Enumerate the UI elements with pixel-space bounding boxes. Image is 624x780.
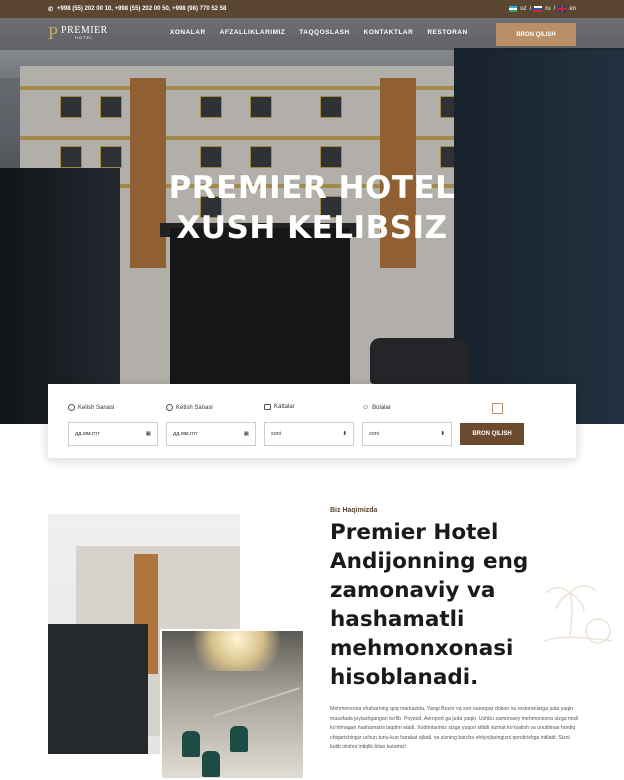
booking-submit-button[interactable]: BRON QILISH xyxy=(460,423,524,445)
child-icon: ☺ xyxy=(362,404,370,411)
calendar-icon xyxy=(492,403,503,414)
about-title: Premier Hotel Andijonning eng zamonaviy … xyxy=(330,520,529,690)
lang-en[interactable]: en xyxy=(569,6,576,12)
calendar-icon xyxy=(166,404,173,411)
people-icon xyxy=(264,404,271,410)
phone-numbers: ✆ +998 (55) 202 00 10, +998 (55) 202 00 … xyxy=(48,6,226,13)
hero-title: PREMIER HOTEL XUSH KELIBSIZ xyxy=(0,168,624,248)
about-image-lobby xyxy=(160,629,305,780)
calendar-picker-icon[interactable]: ▦ xyxy=(146,431,151,437)
calendar-icon xyxy=(68,404,75,411)
hero-title-line1: PREMIER HOTEL xyxy=(168,170,456,206)
logo-mark-icon: P xyxy=(48,23,59,43)
children-label: ☺ Bolalar xyxy=(362,404,391,411)
flag-uz-icon[interactable] xyxy=(509,6,518,12)
calendar-picker-icon[interactable]: ▦ xyxy=(244,431,249,437)
logo[interactable]: P PREMIER HOTEL xyxy=(48,24,108,42)
flag-en-icon[interactable] xyxy=(558,6,567,12)
select-arrows-icon: ⬍ xyxy=(342,431,347,437)
checkin-date-input[interactable]: дд.мм.гггг ▦ xyxy=(68,422,158,446)
main-nav: P PREMIER HOTEL XONALAR AFZALLIKLARIMIZ … xyxy=(0,18,624,50)
lang-sep: / xyxy=(553,6,556,12)
about-text: Mehmonxona shaharning qoq markazida, Yan… xyxy=(330,706,579,751)
language-switcher: uz / ru / en xyxy=(509,6,576,12)
children-select[interactable]: soni ⬍ xyxy=(362,422,452,446)
about-kicker: Biz Haqimizda xyxy=(330,507,378,514)
hero-title-line2: XUSH KELIBSIZ xyxy=(176,210,448,246)
adults-select[interactable]: soni ⬍ xyxy=(264,422,354,446)
lang-ru[interactable]: ru xyxy=(545,6,550,12)
nav-menu: XONALAR AFZALLIKLARIMIZ TAQQOSLASH KONTA… xyxy=(170,29,468,36)
lang-uz[interactable]: uz xyxy=(520,6,526,12)
booking-form: Kelish Sanasi Ketish Sanasi Kattalar ☺ B… xyxy=(48,384,576,458)
nav-item-afzalliklarimiz[interactable]: AFZALLIKLARIMIZ xyxy=(220,29,286,36)
logo-sub: HOTEL xyxy=(75,35,94,40)
phone-icon: ✆ xyxy=(48,6,54,13)
nav-book-button[interactable]: BRON QILISH xyxy=(496,23,576,46)
select-arrows-icon: ⬍ xyxy=(440,431,445,437)
flag-ru-icon[interactable] xyxy=(534,6,543,12)
nav-item-restoran[interactable]: RESTORAN xyxy=(427,29,467,36)
lang-sep: / xyxy=(529,6,532,12)
checkin-label: Kelish Sanasi xyxy=(68,404,114,411)
hero-section: PREMIER HOTEL XUSH KELIBSIZ xyxy=(0,18,624,424)
top-bar: ✆ +998 (55) 202 00 10, +998 (55) 202 00 … xyxy=(0,0,624,18)
phone-text[interactable]: +998 (55) 202 00 10, +998 (55) 202 00 50… xyxy=(57,6,226,12)
nav-item-kontaktlar[interactable]: KONTAKTLAR xyxy=(364,29,414,36)
checkout-date-input[interactable]: дд.мм.гггг ▦ xyxy=(166,422,256,446)
palm-icon xyxy=(543,585,613,644)
adults-label: Kattalar xyxy=(264,404,295,410)
nav-item-xonalar[interactable]: XONALAR xyxy=(170,29,206,36)
checkout-label: Ketish Sanasi xyxy=(166,404,213,411)
nav-item-taqqoslash[interactable]: TAQQOSLASH xyxy=(299,29,349,36)
